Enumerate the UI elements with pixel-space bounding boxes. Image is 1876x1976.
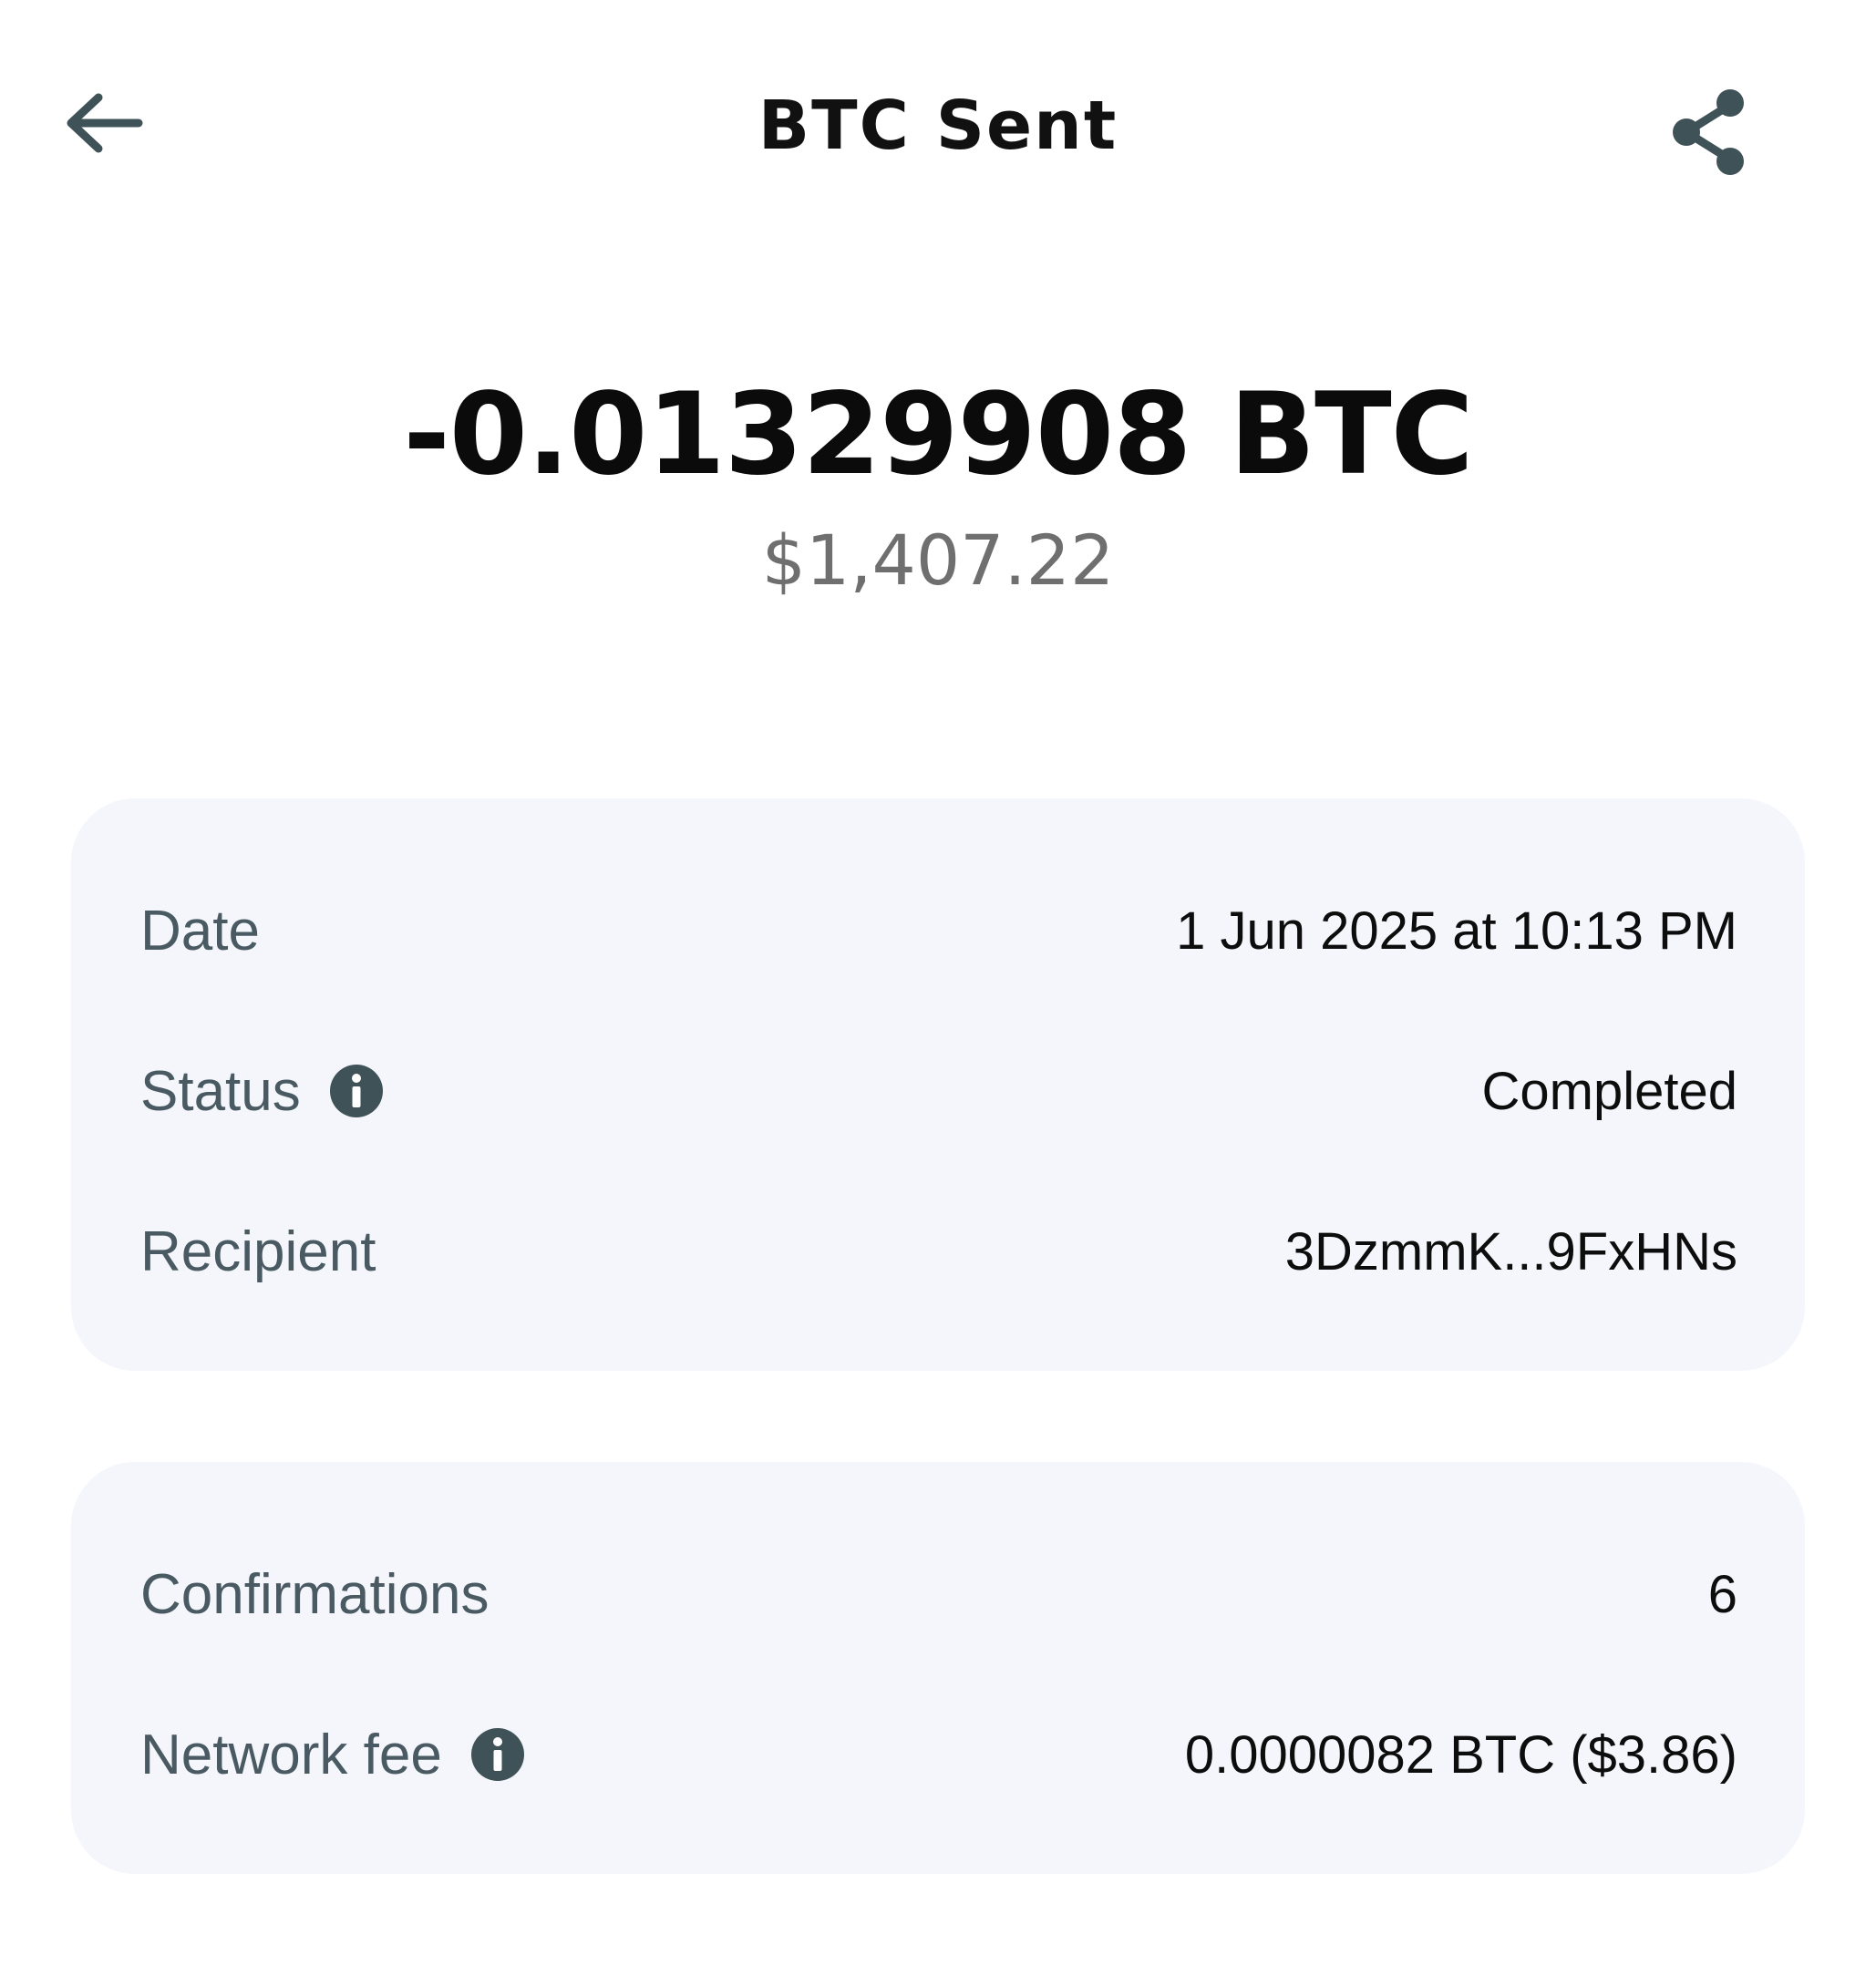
transaction-amount: -0.01329908 BTC — [403, 369, 1473, 500]
status-label: Status — [140, 1059, 301, 1123]
fiat-amount: $1,407.22 — [761, 520, 1115, 601]
network-details-card: Confirmations 6 Network fee 0.0000082 BT… — [71, 1462, 1805, 1874]
date-value: 1 Jun 2025 at 10:13 PM — [1176, 901, 1737, 961]
confirmations-label: Confirmations — [140, 1562, 490, 1626]
network-fee-value: 0.0000082 BTC ($3.86) — [1184, 1724, 1737, 1785]
date-row: Date 1 Jun 2025 at 10:13 PM — [140, 890, 1737, 972]
status-value: Completed — [1481, 1061, 1737, 1121]
network-fee-info-icon[interactable] — [470, 1728, 524, 1781]
page-title: BTC Sent — [758, 87, 1118, 165]
status-row: Status Completed — [140, 1050, 1737, 1132]
status-info-icon[interactable] — [329, 1065, 383, 1117]
recipient-value[interactable]: 3DzmmK...9FxHNs — [1285, 1221, 1737, 1282]
network-fee-label: Network fee — [140, 1723, 442, 1786]
recipient-row: Recipient 3DzmmK...9FxHNs — [140, 1210, 1737, 1292]
network-fee-row: Network fee 0.0000082 BTC ($3.86) — [140, 1714, 1737, 1796]
top-bar: BTC Sent — [0, 0, 1876, 264]
share-button[interactable] — [1659, 82, 1759, 182]
share-icon — [1673, 89, 1744, 175]
recipient-label: Recipient — [140, 1220, 376, 1283]
date-label: Date — [140, 899, 260, 962]
confirmations-row: Confirmations 6 — [140, 1553, 1737, 1635]
transaction-details-card: Date 1 Jun 2025 at 10:13 PM Status Compl… — [71, 798, 1805, 1371]
confirmations-value: 6 — [1707, 1564, 1737, 1624]
